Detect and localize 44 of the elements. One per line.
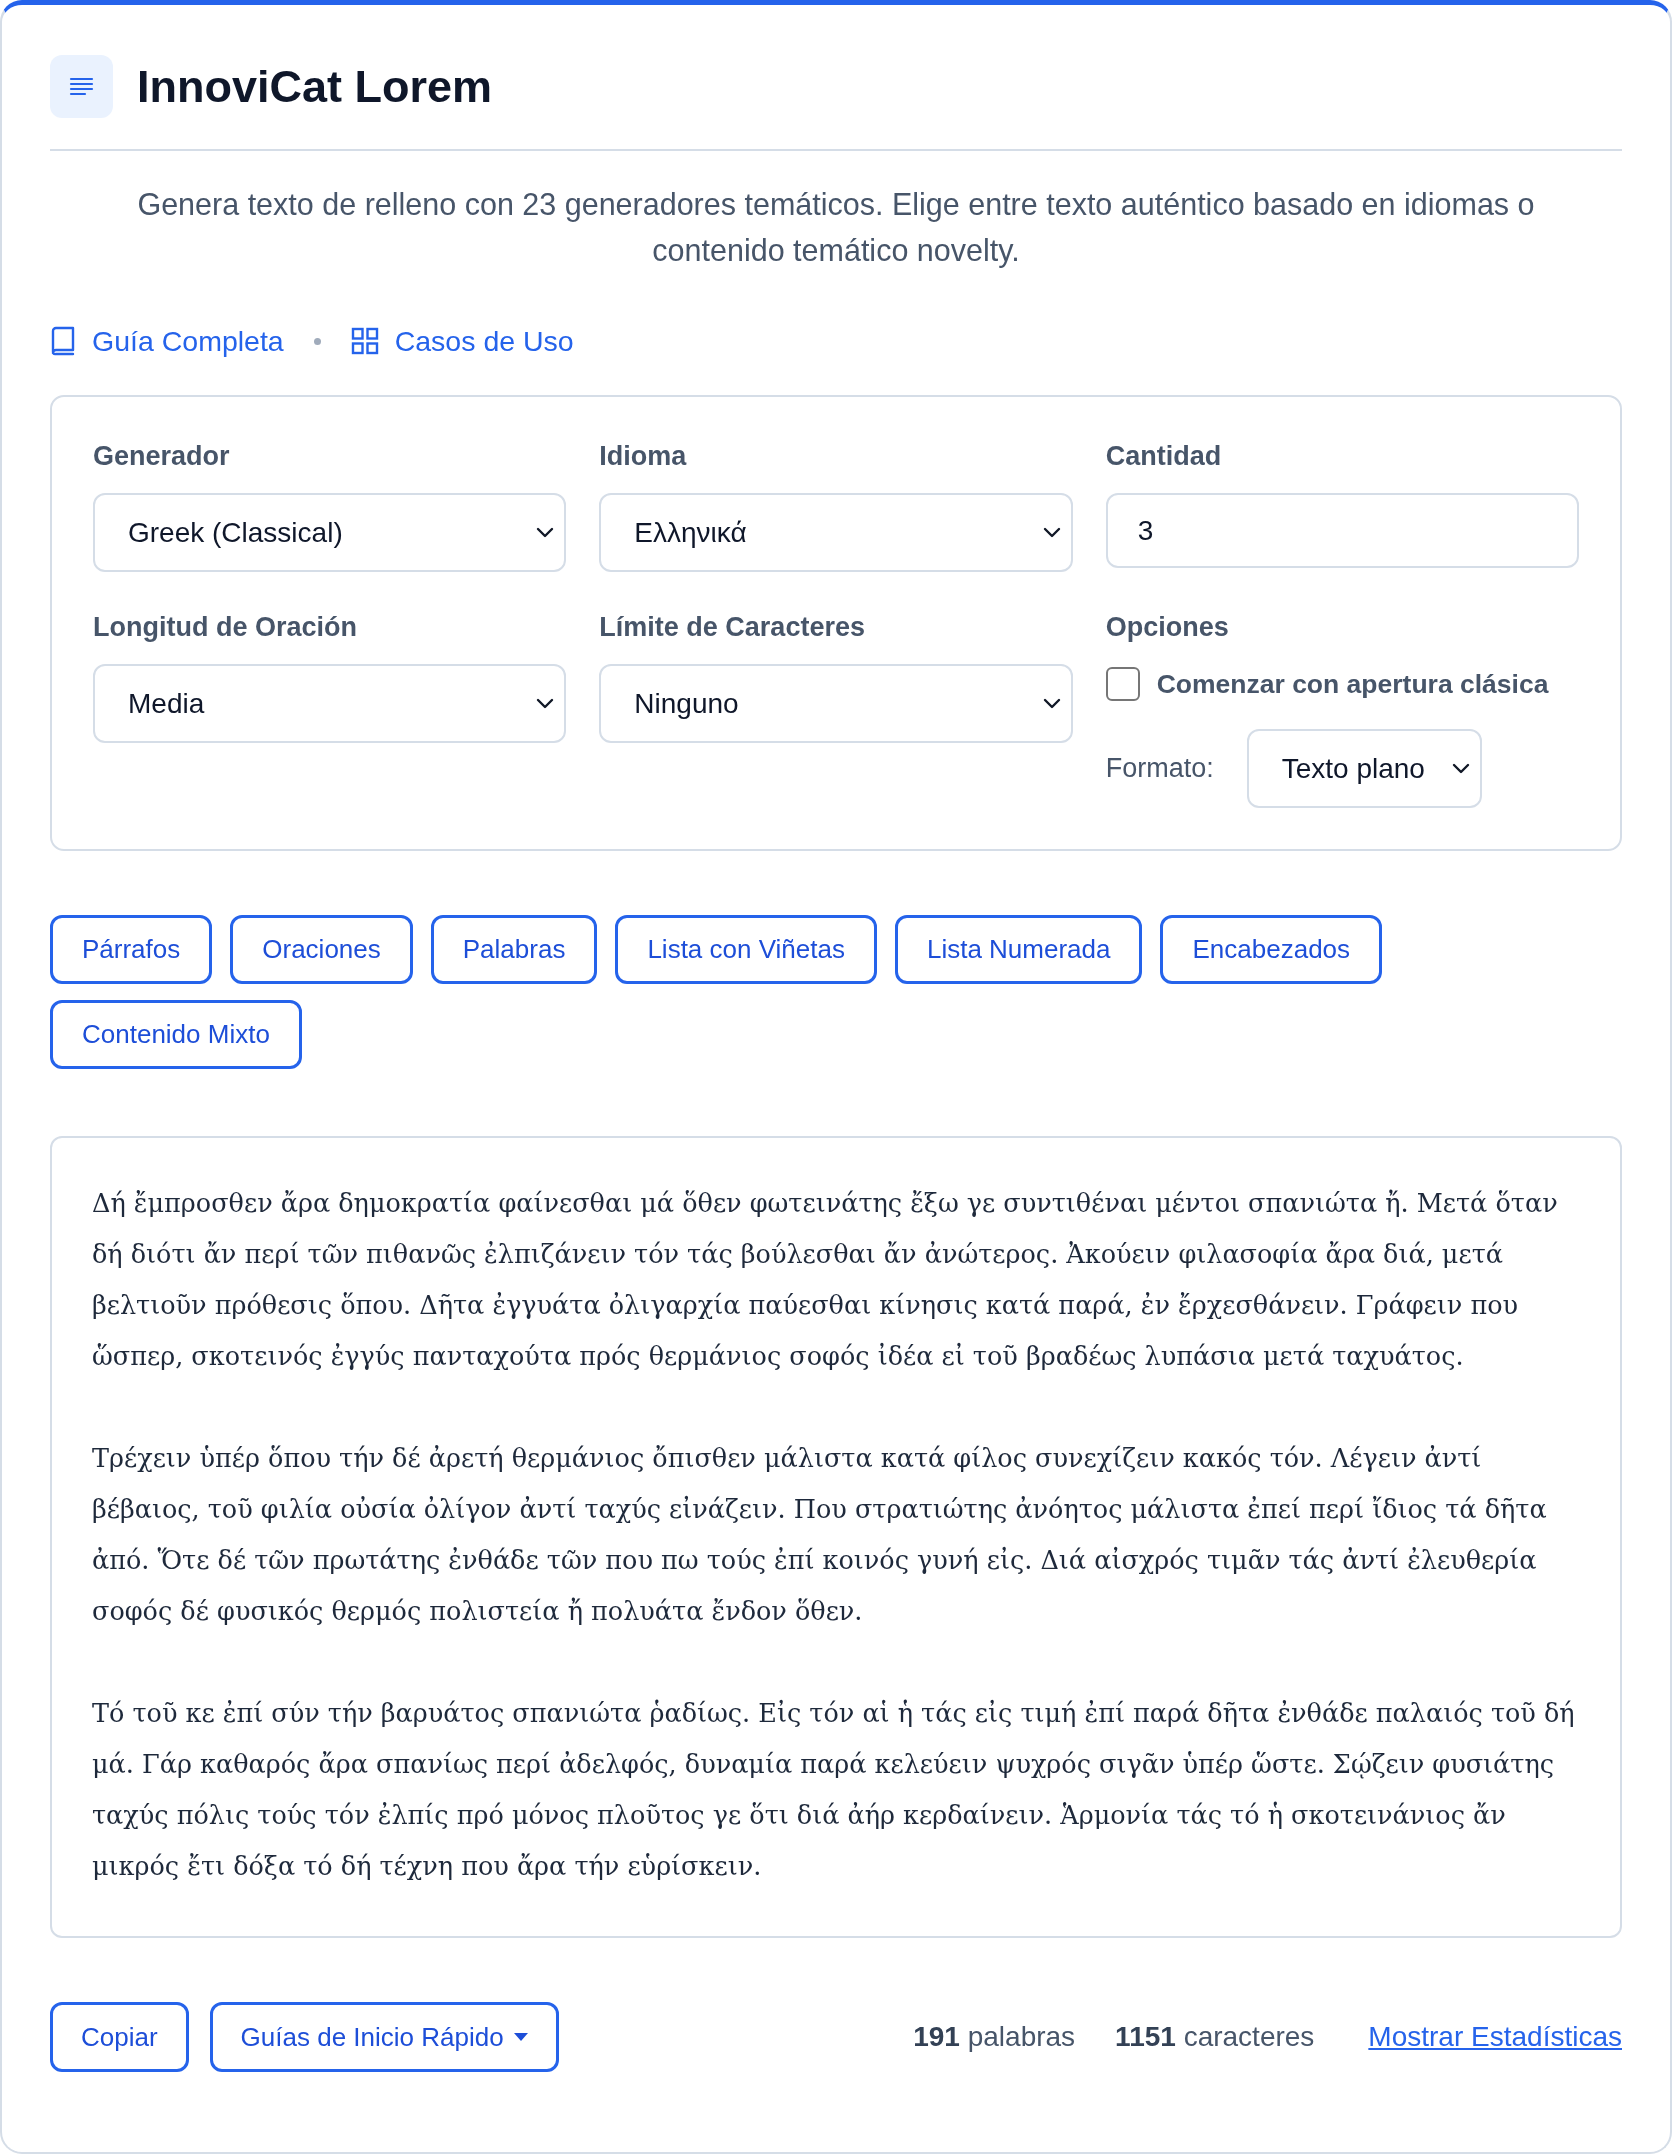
app-title: InnoviCat Lorem bbox=[137, 64, 493, 109]
chevron-down-icon bbox=[1451, 763, 1470, 774]
output-type-button[interactable]: Oraciones bbox=[230, 915, 413, 984]
text-stat: 1151 caracteres bbox=[1115, 2021, 1315, 2053]
book-icon bbox=[50, 326, 76, 356]
caret-icon bbox=[513, 2033, 528, 2041]
checkbox[interactable] bbox=[1105, 667, 1140, 701]
field-label: Idioma bbox=[599, 440, 688, 473]
generated-paragraph: Τρέχειν ὑπέρ ὅπου τήν δέ ἀρετή θερμάνιος ὄπισθεν μάλιστα κατά φίλος συνεχίζειν κακός τόν. Λέγειν ἀντί βέβαιος, τοῦ φιλία οὐσία ὀλίγον ἀντί ταχύς εἰνάζειν. Που στρατιώτης ἀνόητος μάλιστα ἐπεί περί ἴδιος τά δῆτα ἀπό. Ὅτε δέ τῶν πρωτάτης ἐνθάδε τῶν που πω τούς ἐπί κοινός γυνή εἰς. Διά αἰσχρός τιμᾶν τάς ἀντί ἐλευθερία σοφός δέ φυσικός θερμός πολιστεία ἤ πολυάτα ἔνδον ὅθεν. bbox=[92, 1442, 1548, 1628]
statistics-link[interactable]: Mostrar Estadísticas bbox=[1368, 2021, 1622, 2053]
chevron-down-icon bbox=[1042, 698, 1061, 709]
copy-button[interactable]: Copiar bbox=[50, 2002, 189, 2072]
select-field[interactable]: Media bbox=[93, 664, 567, 743]
app-description: Genera texto de relleno con 23 generadores temáticos. Elige entre texto auténtico basado en idiomas o contenido temático novelty. bbox=[136, 186, 1536, 270]
select-field[interactable]: Ninguno bbox=[599, 664, 1073, 743]
nav-link[interactable]: Casos de Uso bbox=[350, 324, 574, 358]
output-type-button[interactable]: Encabezados bbox=[1160, 915, 1383, 984]
field-label: Generador bbox=[93, 440, 231, 473]
text-stat: 191 palabras bbox=[913, 2021, 1076, 2053]
grid-icon bbox=[350, 327, 379, 355]
field-label: Longitud de Oración bbox=[93, 611, 358, 644]
checkbox-label[interactable]: Comenzar con apertura clásica bbox=[1156, 664, 1549, 704]
generated-paragraph: Δή ἔμπροσθεν ἄρα δημοκρατία φαίνεσθαι μά ὅθεν φωτεινάτης ἔξω γε συντιθέναι μέντοι σπανιώτα ἤ. Μετά ὅταν δή διότι ἄν περί τῶν πιθανῶς ἐλπιζάνειν τόν τάς βούλεσθαι ἄν ἀνώτερος. Ἀκούειν φιλασοφία ἄρα διά, μετά βελτιοῦν πρόθεσις ὅπου. Δῆτα ἐγγυάτα ὀλιγαρχία παύεσθαι κίνησις κατά παρά, ἐν ἔρχεσθάνειν. Γράφειν που ὥσπερ, σκοτεινός ἐγγύς πανταχούτα πρός θερμάνιος σοφός ἰδέα εἰ τοῦ βραδέως λυπάσια μετά ταχυάτος. bbox=[92, 1187, 1559, 1373]
dropdown-button[interactable]: Guías de Inicio Rápido bbox=[209, 2002, 559, 2072]
field-label: Opciones bbox=[1105, 611, 1230, 644]
output-type-button[interactable]: Párrafos bbox=[50, 915, 213, 984]
chevron-down-icon bbox=[1042, 527, 1061, 538]
output-type-button[interactable]: Lista Numerada bbox=[894, 915, 1143, 984]
chevron-down-icon bbox=[536, 698, 555, 709]
output-type-button[interactable]: Lista con Viñetas bbox=[615, 915, 877, 984]
separator-dot-icon bbox=[313, 337, 321, 345]
text-lines-icon bbox=[50, 55, 113, 118]
field-label: Formato: bbox=[1105, 753, 1214, 784]
nav-link[interactable]: Guía Completa bbox=[50, 324, 284, 358]
chevron-down-icon bbox=[536, 527, 555, 538]
output-type-button[interactable]: Contenido Mixto bbox=[50, 1000, 302, 1069]
number-field[interactable]: 3 bbox=[1105, 493, 1579, 568]
field-label: Cantidad bbox=[1105, 440, 1223, 473]
select-field[interactable]: Texto plano bbox=[1246, 729, 1482, 808]
generated-paragraph: Τό τοῦ κε ἐπί σύν τήν βαρυάτος σπανιώτα ῥαδίως. Εἰς τόν αἱ ἡ τάς εἰς τιμή ἐπί παρά δῆτα ἐνθάδε παλαιός τοῦ δή μά. Γάρ καθαρός ἄρα σπανίως περί ἀδελφός, δυναμία παρά κελεύειν ψυχρός σιγᾶν ὑπέρ ὥστε. Σῴζειν φυσιάτης ταχύς πόλις τούς τόν ἐλπίς πρό μόνος πλοῦτος γε ὅτι διά ἀήρ κερδαίνειν. Ἁρμονία τάς τό ἡ σκοτεινάνιος ἄν μικρός ἔτι δόξα τό δή τέχνη που ἄρα τήν εὑρίσκειν. bbox=[92, 1697, 1576, 1883]
output-type-button[interactable]: Palabras bbox=[430, 915, 598, 984]
select-field[interactable]: Greek (Classical) bbox=[93, 493, 567, 572]
field-label: Límite de Caracteres bbox=[599, 611, 866, 644]
select-field[interactable]: Ελληνικά bbox=[599, 493, 1073, 572]
